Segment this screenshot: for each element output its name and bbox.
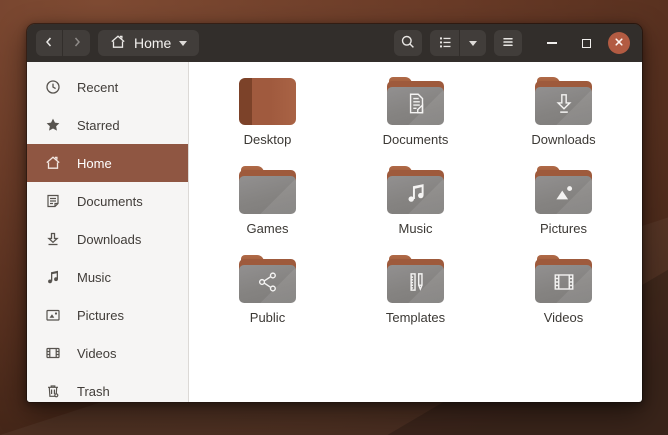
file-item-games[interactable]: Games [194, 166, 342, 236]
sidebar-item-videos[interactable]: Videos [27, 334, 188, 372]
file-label: Desktop [244, 132, 292, 147]
file-item-documents[interactable]: Documents [342, 77, 490, 147]
sidebar-item-downloads[interactable]: Downloads [27, 220, 188, 258]
folder-icon-videos [535, 255, 592, 303]
minimize-button[interactable] [540, 31, 564, 55]
chevron-right-icon [69, 34, 85, 53]
chevron-down-icon [469, 41, 477, 46]
file-label: Downloads [531, 132, 595, 147]
navigation-buttons [36, 30, 90, 56]
file-label: Music [399, 221, 433, 236]
file-label: Pictures [540, 221, 587, 236]
file-item-videos[interactable]: Videos [490, 255, 638, 325]
back-button[interactable] [36, 30, 63, 56]
sidebar-item-label: Music [77, 270, 111, 285]
download-emblem-icon [551, 91, 577, 122]
location-button[interactable]: Home [98, 30, 199, 56]
sidebar-item-label: Home [77, 156, 112, 171]
home-icon [110, 34, 126, 53]
files-window: Home [26, 23, 643, 403]
music-emblem-icon [403, 180, 429, 211]
file-label: Public [250, 310, 285, 325]
window-controls [540, 31, 630, 55]
share-emblem-icon [255, 269, 281, 300]
file-item-pictures[interactable]: Pictures [490, 166, 638, 236]
file-item-downloads[interactable]: Downloads [490, 77, 638, 147]
search-icon [400, 34, 416, 53]
maximize-icon [582, 39, 591, 48]
location-label: Home [134, 35, 171, 51]
file-grid: Desktop Documents [189, 77, 642, 325]
sidebar-item-music[interactable]: Music [27, 258, 188, 296]
home-icon [45, 155, 61, 171]
downloads-icon [45, 231, 61, 247]
folder-icon-music [387, 166, 444, 214]
file-view: Desktop Documents [189, 62, 642, 402]
chevron-left-icon [41, 34, 57, 53]
sidebar-item-documents[interactable]: Documents [27, 182, 188, 220]
trash-icon [45, 383, 61, 399]
list-view-icon [437, 34, 453, 53]
titlebar: Home [27, 24, 642, 62]
file-item-templates[interactable]: Templates [342, 255, 490, 325]
view-options-button[interactable] [460, 30, 486, 56]
file-label: Templates [386, 310, 445, 325]
sidebar-item-trash[interactable]: Trash [27, 372, 188, 402]
sidebar-item-home[interactable]: Home [27, 144, 188, 182]
music-icon [45, 269, 61, 285]
file-label: Games [247, 221, 289, 236]
file-label: Documents [383, 132, 449, 147]
file-item-desktop[interactable]: Desktop [194, 77, 342, 147]
list-view-button[interactable] [430, 30, 460, 56]
sidebar: Recent Starred Home [27, 62, 189, 402]
folder-icon-desktop [239, 77, 296, 125]
forward-button[interactable] [63, 30, 90, 56]
file-item-music[interactable]: Music [342, 166, 490, 236]
close-icon [613, 36, 625, 51]
maximize-button[interactable] [574, 31, 598, 55]
templates-emblem-icon [403, 269, 429, 300]
chevron-down-icon [179, 41, 187, 46]
pictures-icon [45, 307, 61, 323]
sidebar-item-label: Documents [77, 194, 143, 209]
folder-icon-public [239, 255, 296, 303]
sidebar-item-label: Videos [77, 346, 117, 361]
sidebar-item-label: Downloads [77, 232, 141, 247]
close-button[interactable] [608, 32, 630, 54]
documents-icon [45, 193, 61, 209]
video-emblem-icon [550, 268, 578, 301]
menu-button[interactable] [494, 30, 522, 56]
sidebar-item-label: Recent [77, 80, 118, 95]
image-emblem-icon [550, 179, 578, 212]
videos-icon [45, 345, 61, 361]
folder-icon-pictures [535, 166, 592, 214]
folder-icon-templates [387, 255, 444, 303]
window-body: Recent Starred Home [27, 62, 642, 402]
file-label: Videos [544, 310, 584, 325]
minimize-icon [547, 42, 557, 44]
folder-icon-downloads [535, 77, 592, 125]
folder-icon-games [239, 166, 296, 214]
sidebar-item-pictures[interactable]: Pictures [27, 296, 188, 334]
starred-icon [45, 117, 61, 133]
sidebar-item-label: Pictures [77, 308, 124, 323]
document-emblem-icon [403, 91, 429, 122]
sidebar-item-label: Starred [77, 118, 120, 133]
sidebar-item-label: Trash [77, 384, 110, 399]
file-item-public[interactable]: Public [194, 255, 342, 325]
desktop-wallpaper: Home [0, 0, 668, 435]
search-button[interactable] [394, 30, 422, 56]
hamburger-menu-icon [500, 34, 516, 53]
recent-icon [45, 79, 61, 95]
folder-icon-documents [387, 77, 444, 125]
sidebar-item-recent[interactable]: Recent [27, 68, 188, 106]
sidebar-item-starred[interactable]: Starred [27, 106, 188, 144]
view-switcher [430, 30, 486, 56]
